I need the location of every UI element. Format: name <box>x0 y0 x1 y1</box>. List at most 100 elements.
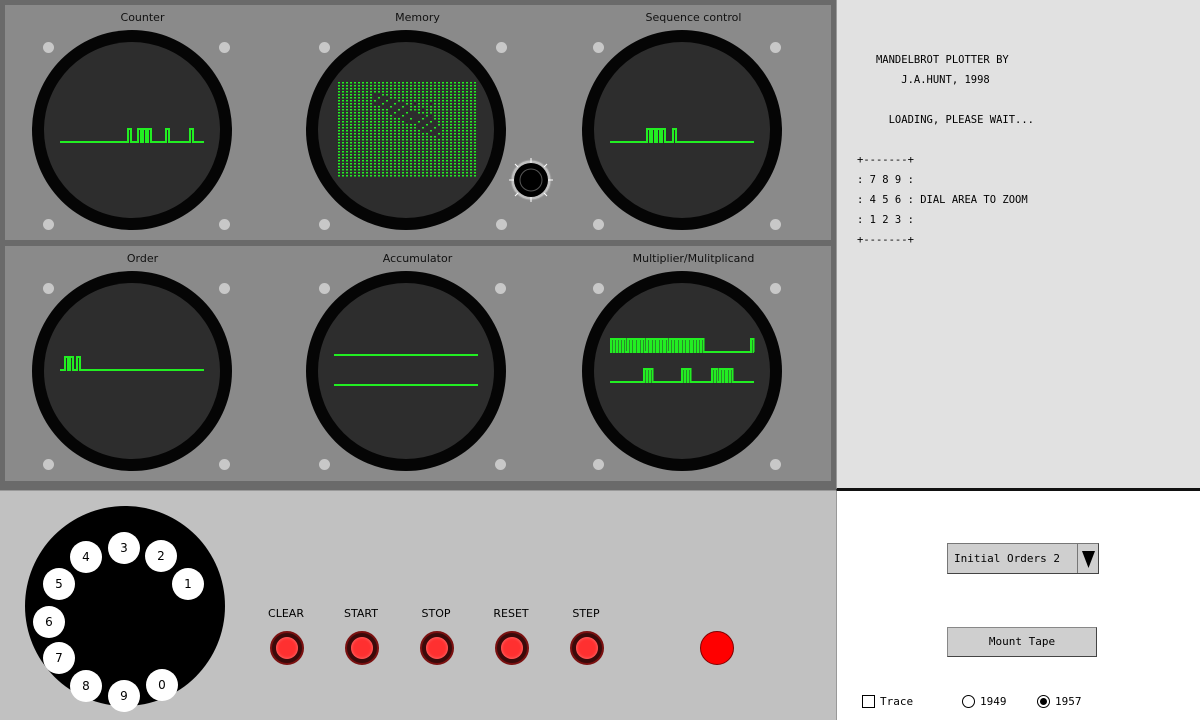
chevron-down-icon[interactable] <box>1077 544 1098 573</box>
memory-dot <box>446 136 448 138</box>
memory-dot <box>470 154 472 156</box>
memory-dot <box>390 121 392 123</box>
memory-dot <box>414 94 416 96</box>
memory-dot <box>350 154 352 156</box>
memory-dot <box>418 175 420 177</box>
memory-dot <box>350 115 352 117</box>
clear-button[interactable] <box>270 631 304 665</box>
stop-button[interactable] <box>420 631 454 665</box>
memory-dot <box>378 133 380 135</box>
memory-dot <box>410 172 412 174</box>
memory-dot <box>370 172 372 174</box>
dial-digit-1[interactable]: 1 <box>172 568 204 600</box>
memory-dot <box>354 148 356 150</box>
memory-dot <box>390 127 392 129</box>
memory-dot <box>358 121 360 123</box>
memory-dot <box>442 100 444 102</box>
memory-dot <box>338 91 340 93</box>
memory-dot <box>342 112 344 114</box>
memory-dot <box>362 103 364 105</box>
memory-dot <box>430 106 432 108</box>
telephone-dial[interactable]: 1 2 3 4 5 6 7 8 9 0 <box>25 506 225 712</box>
dial-digit-9[interactable]: 9 <box>108 680 140 712</box>
memory-dot <box>466 151 468 153</box>
memory-dot <box>370 124 372 126</box>
year-1957-radio[interactable] <box>1037 695 1050 708</box>
memory-dot <box>358 175 360 177</box>
initial-orders-select[interactable]: Initial Orders 2 <box>947 543 1099 574</box>
memory-dot <box>338 136 340 138</box>
memory-dot <box>434 142 436 144</box>
memory-dot <box>446 130 448 132</box>
memory-dot <box>374 130 376 132</box>
memory-dot <box>366 136 368 138</box>
memory-dot <box>378 142 380 144</box>
dial-digit-2[interactable]: 2 <box>145 540 177 572</box>
memory-dot <box>402 124 404 126</box>
reset-button[interactable] <box>495 631 529 665</box>
memory-dot <box>398 121 400 123</box>
memory-dot <box>446 148 448 150</box>
dial-digit-8[interactable]: 8 <box>70 670 102 702</box>
memory-dot <box>406 157 408 159</box>
memory-dot <box>466 88 468 90</box>
memory-dot <box>442 106 444 108</box>
memory-dot <box>462 127 464 129</box>
memory-dot <box>374 157 376 159</box>
memory-dot <box>374 154 376 156</box>
trace-checkbox[interactable] <box>862 695 875 708</box>
memory-dot <box>354 163 356 165</box>
memory-dot <box>422 127 424 129</box>
memory-dot <box>438 112 440 114</box>
dial-digit-4[interactable]: 4 <box>70 541 102 573</box>
memory-dot <box>442 118 444 120</box>
memory-dot <box>454 136 456 138</box>
memory-dot <box>466 85 468 87</box>
memory-dot <box>462 154 464 156</box>
step-button[interactable] <box>570 631 604 665</box>
memory-dot <box>454 97 456 99</box>
dial-digit-0[interactable]: 0 <box>146 669 178 701</box>
dial-digit-5[interactable]: 5 <box>43 568 75 600</box>
memory-dot <box>422 154 424 156</box>
memory-dot <box>414 142 416 144</box>
memory-dot <box>422 133 424 135</box>
memory-dot <box>414 160 416 162</box>
memory-dot <box>362 121 364 123</box>
memory-dot <box>422 157 424 159</box>
memory-dot <box>374 127 376 129</box>
memory-dot <box>366 103 368 105</box>
memory-dot <box>410 133 412 135</box>
start-button[interactable] <box>345 631 379 665</box>
counter-title: Counter <box>120 11 165 24</box>
memory-dot <box>374 142 376 144</box>
mount-tape-button[interactable]: Mount Tape <box>947 627 1097 657</box>
dial-digit-3[interactable]: 3 <box>108 532 140 564</box>
memory-dot <box>370 175 372 177</box>
year-1949-radio[interactable] <box>962 695 975 708</box>
memory-dot <box>358 91 360 93</box>
memory-dot <box>426 157 428 159</box>
memory-dot <box>374 121 376 123</box>
memory-dot <box>470 91 472 93</box>
memory-knob[interactable] <box>509 158 553 202</box>
memory-dot <box>422 142 424 144</box>
memory-dot <box>354 154 356 156</box>
memory-dot <box>410 175 412 177</box>
memory-dot <box>370 118 372 120</box>
memory-dot <box>362 130 364 132</box>
memory-dot <box>414 130 416 132</box>
memory-dot <box>438 100 440 102</box>
memory-dot <box>418 145 420 147</box>
memory-dot <box>474 157 476 159</box>
memory-dot <box>438 151 440 153</box>
memory-dot <box>382 118 384 120</box>
memory-dot <box>346 154 348 156</box>
memory-dot <box>418 166 420 168</box>
memory-dot <box>462 85 464 87</box>
memory-dot <box>434 136 436 138</box>
dial-digit-6[interactable]: 6 <box>33 606 65 638</box>
dial-digit-7[interactable]: 7 <box>43 642 75 674</box>
screw <box>319 459 330 470</box>
memory-dot <box>418 85 420 87</box>
